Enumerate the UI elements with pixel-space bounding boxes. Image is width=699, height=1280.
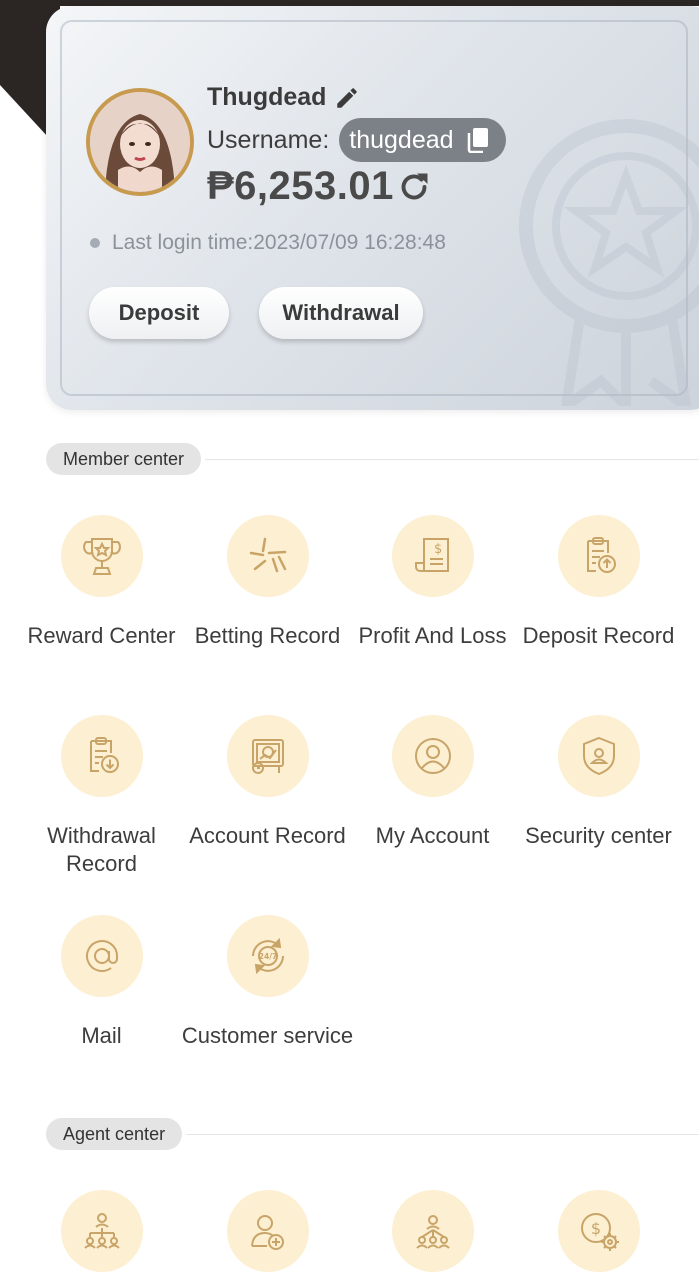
menu-item-label: Betting Record	[194, 623, 341, 648]
divider	[186, 1133, 699, 1135]
profile-card: Thugdead Username: thugdead ₱6,253.01 La…	[46, 6, 699, 410]
last-login-text: Last login time:2023/07/09 16:28:48	[112, 231, 446, 254]
menu-item-reward-center[interactable]: Reward Center	[19, 515, 184, 650]
menu-item-mail[interactable]: Mail	[19, 915, 184, 1050]
svg-text:$: $	[434, 542, 442, 557]
menu-item-label: Deposit Record	[522, 623, 675, 648]
trophy-icon	[60, 515, 143, 597]
menu-item-withdrawal-record[interactable]: Withdrawal Record	[19, 715, 184, 878]
display-name: Thugdead	[207, 83, 327, 111]
member-center-title: Member center	[46, 443, 202, 475]
svg-text:$: $	[590, 1219, 600, 1238]
my-account-icon	[391, 715, 474, 797]
account-record-icon	[226, 715, 309, 797]
svg-text:24/7: 24/7	[258, 952, 276, 961]
menu-item-label: Security center	[525, 823, 672, 848]
add-user-icon	[226, 1190, 309, 1272]
hierarchy-icon	[60, 1190, 143, 1272]
deposit-button[interactable]: Deposit	[89, 287, 229, 339]
balance-amount: ₱6,253.01	[207, 164, 394, 208]
menu-item-label: Account Record	[189, 823, 346, 848]
menu-item-label: My Account	[375, 823, 490, 848]
menu-item-account-record[interactable]: Account Record	[185, 715, 350, 850]
menu-item-customer-service[interactable]: 24/7 Customer service	[182, 915, 353, 1050]
avatar[interactable]	[86, 88, 194, 196]
menu-item-agent-team[interactable]	[350, 1190, 515, 1272]
menu-item-label: Profit And Loss	[358, 623, 507, 648]
divider	[205, 458, 699, 460]
menu-item-my-account[interactable]: My Account	[350, 715, 515, 850]
username-label: Username:	[207, 125, 330, 154]
betting-record-icon	[226, 515, 309, 597]
menu-item-agent-commission[interactable]: $	[516, 1190, 681, 1272]
username-value: thugdead	[349, 125, 454, 154]
username-chip[interactable]: thugdead	[339, 118, 506, 162]
menu-item-label: Reward Center	[27, 623, 176, 648]
agent-center-header: Agent center	[46, 1118, 699, 1150]
menu-item-betting-record[interactable]: Betting Record	[185, 515, 350, 650]
menu-item-label: Withdrawal Record	[47, 823, 156, 876]
member-center-header: Member center	[46, 443, 699, 475]
menu-item-profit-and-loss[interactable]: $ Profit And Loss	[350, 515, 515, 650]
menu-item-label: Customer service	[181, 1023, 354, 1048]
support-24-7-icon: 24/7	[226, 915, 309, 997]
menu-item-agent-add-user[interactable]	[185, 1190, 350, 1272]
commission-settings-icon: $	[557, 1190, 640, 1272]
profit-loss-icon: $	[391, 515, 474, 597]
menu-item-deposit-record[interactable]: Deposit Record	[516, 515, 681, 650]
menu-item-label: Mail	[81, 1023, 122, 1048]
deposit-record-icon	[557, 515, 640, 597]
at-sign-icon	[60, 915, 143, 997]
menu-item-agent-hierarchy[interactable]	[19, 1190, 184, 1272]
refresh-icon[interactable]	[396, 169, 432, 205]
shield-user-icon	[557, 715, 640, 797]
team-icon	[391, 1190, 474, 1272]
status-dot	[90, 238, 100, 248]
copy-icon[interactable]	[466, 127, 490, 153]
menu-item-security-center[interactable]: Security center	[516, 715, 681, 850]
medal-watermark-icon	[519, 119, 699, 406]
agent-center-title: Agent center	[46, 1118, 183, 1150]
withdrawal-button[interactable]: Withdrawal	[259, 287, 423, 339]
withdrawal-record-icon	[60, 715, 143, 797]
pencil-icon[interactable]	[334, 85, 360, 111]
